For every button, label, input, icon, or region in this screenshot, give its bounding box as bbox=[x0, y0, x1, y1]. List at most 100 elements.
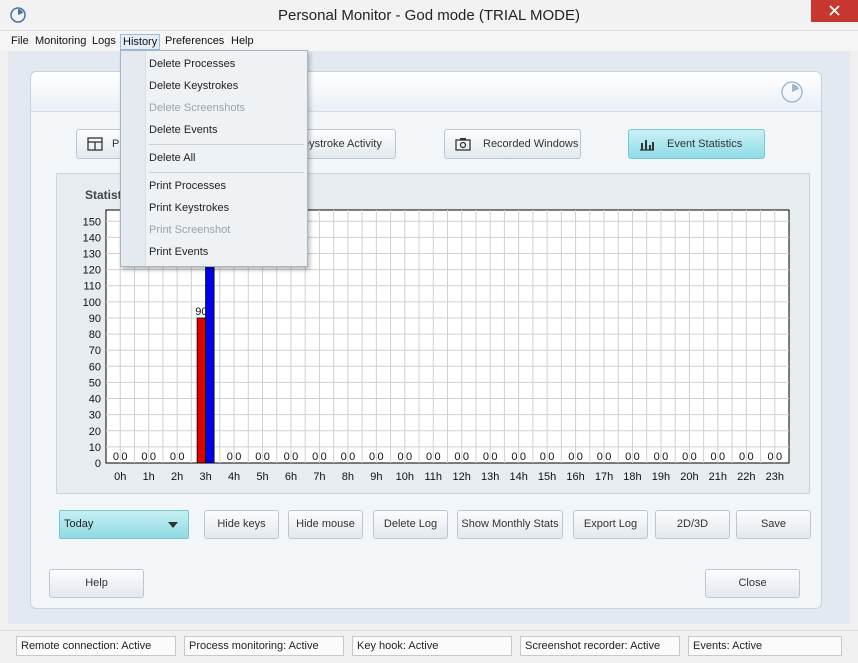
data-label: 0 bbox=[284, 451, 290, 463]
x-tick-label: 16h bbox=[566, 471, 584, 483]
y-tick-label: 50 bbox=[89, 377, 101, 389]
y-tick-label: 10 bbox=[89, 442, 101, 454]
data-label: 0 bbox=[520, 451, 526, 463]
y-tick-label: 90 bbox=[89, 313, 101, 325]
close-button[interactable]: Close bbox=[705, 569, 800, 598]
x-tick-label: 10h bbox=[396, 471, 414, 483]
history-menu: Delete Processes Delete Keystrokes Delet… bbox=[120, 50, 308, 267]
menu-bar: File Monitoring Logs History Preferences… bbox=[0, 31, 858, 51]
menu-item-print-keystrokes[interactable]: Print Keystrokes bbox=[149, 202, 229, 214]
y-tick-label: 110 bbox=[83, 281, 101, 293]
tab-keystroke-label: eystroke Activity bbox=[303, 138, 382, 150]
status-remote: Remote connection: Active bbox=[16, 636, 176, 656]
menu-item-delete-all[interactable]: Delete All bbox=[149, 152, 195, 164]
data-label: 0 bbox=[235, 451, 241, 463]
menu-item-delete-processes[interactable]: Delete Processes bbox=[149, 58, 235, 70]
data-label: 0 bbox=[634, 451, 640, 463]
y-tick-label: 80 bbox=[89, 329, 101, 341]
data-label: 0 bbox=[691, 451, 697, 463]
data-label: 0 bbox=[369, 451, 375, 463]
x-tick-label: 7h bbox=[313, 471, 325, 483]
x-tick-label: 23h bbox=[766, 471, 784, 483]
data-label: 0 bbox=[739, 451, 745, 463]
brand-logo-icon bbox=[780, 80, 804, 104]
window-close-button[interactable] bbox=[811, 0, 858, 22]
tab-event-statistics-label: Event Statistics bbox=[667, 138, 743, 150]
menu-help[interactable]: Help bbox=[229, 34, 256, 50]
close-icon bbox=[829, 5, 840, 16]
tab-event-statistics[interactable]: Event Statistics bbox=[628, 129, 765, 159]
data-label: 0 bbox=[625, 451, 631, 463]
x-tick-label: 12h bbox=[453, 471, 471, 483]
y-tick-label: 20 bbox=[89, 426, 101, 438]
menu-preferences[interactable]: Preferences bbox=[163, 34, 226, 50]
y-tick-label: 140 bbox=[83, 232, 101, 244]
bar bbox=[196, 317, 207, 464]
data-label: 0 bbox=[568, 451, 574, 463]
x-tick-label: 11h bbox=[424, 471, 442, 483]
tab-recorded-windows-label: Recorded Windows bbox=[483, 138, 579, 150]
delete-log-button[interactable]: Delete Log bbox=[373, 510, 448, 539]
data-label: 0 bbox=[434, 451, 440, 463]
data-label: 0 bbox=[178, 451, 184, 463]
data-label: 0 bbox=[264, 451, 270, 463]
menu-item-print-events[interactable]: Print Events bbox=[149, 246, 208, 258]
data-label: 0 bbox=[654, 451, 660, 463]
data-label: 0 bbox=[121, 451, 127, 463]
menu-monitoring[interactable]: Monitoring bbox=[33, 34, 88, 50]
help-button[interactable]: Help bbox=[49, 569, 144, 598]
x-tick-label: 22h bbox=[737, 471, 755, 483]
period-select[interactable]: Today bbox=[59, 510, 189, 539]
data-label: 0 bbox=[577, 451, 583, 463]
view-mode-button[interactable]: 2D/3D bbox=[655, 510, 730, 539]
show-monthly-stats-button[interactable]: Show Monthly Stats bbox=[457, 510, 563, 539]
x-tick-label: 1h bbox=[143, 471, 155, 483]
data-label: 0 bbox=[776, 451, 782, 463]
hide-keys-button[interactable]: Hide keys bbox=[204, 510, 279, 539]
status-process: Process monitoring: Active bbox=[184, 636, 344, 656]
save-button[interactable]: Save bbox=[736, 510, 811, 539]
x-tick-label: 0h bbox=[114, 471, 126, 483]
menu-item-print-screenshot: Print Screenshot bbox=[149, 224, 231, 236]
menu-file[interactable]: File bbox=[9, 34, 31, 50]
data-label: 0 bbox=[662, 451, 668, 463]
data-label: 0 bbox=[511, 451, 517, 463]
data-label: 0 bbox=[378, 451, 384, 463]
data-label: 0 bbox=[597, 451, 603, 463]
processes-icon bbox=[87, 137, 103, 151]
data-label: 0 bbox=[255, 451, 261, 463]
period-select-value: Today bbox=[64, 518, 94, 530]
chevron-down-icon bbox=[168, 522, 178, 528]
x-tick-label: 17h bbox=[595, 471, 613, 483]
x-tick-label: 2h bbox=[171, 471, 183, 483]
menu-history[interactable]: History bbox=[120, 34, 161, 50]
data-label: 0 bbox=[426, 451, 432, 463]
data-label: 0 bbox=[150, 451, 156, 463]
x-tick-label: 5h bbox=[256, 471, 268, 483]
data-label: 0 bbox=[406, 451, 412, 463]
x-tick-label: 4h bbox=[228, 471, 240, 483]
tab-recorded-windows[interactable]: Recorded Windows bbox=[444, 129, 581, 159]
title-bar: Personal Monitor - God mode (TRIAL MODE) bbox=[0, 0, 858, 31]
menu-item-delete-events[interactable]: Delete Events bbox=[149, 124, 217, 136]
camera-icon bbox=[455, 138, 471, 151]
menu-item-delete-keystrokes[interactable]: Delete Keystrokes bbox=[149, 80, 238, 92]
y-tick-label: 130 bbox=[83, 249, 101, 261]
x-tick-label: 18h bbox=[623, 471, 641, 483]
data-label: 0 bbox=[548, 451, 554, 463]
data-label: 0 bbox=[398, 451, 404, 463]
export-log-button[interactable]: Export Log bbox=[573, 510, 648, 539]
data-label: 0 bbox=[227, 451, 233, 463]
hide-mouse-button[interactable]: Hide mouse bbox=[288, 510, 363, 539]
x-tick-label: 13h bbox=[481, 471, 499, 483]
data-label: 0 bbox=[483, 451, 489, 463]
y-tick-label: 60 bbox=[89, 361, 101, 373]
menu-item-delete-screenshots: Delete Screenshots bbox=[149, 102, 245, 114]
data-label: 0 bbox=[141, 451, 147, 463]
menu-logs[interactable]: Logs bbox=[90, 34, 118, 50]
x-tick-label: 15h bbox=[538, 471, 556, 483]
x-tick-label: 20h bbox=[680, 471, 698, 483]
status-keyhook: Key hook: Active bbox=[352, 636, 512, 656]
data-label: 0 bbox=[463, 451, 469, 463]
menu-item-print-processes[interactable]: Print Processes bbox=[149, 180, 226, 192]
